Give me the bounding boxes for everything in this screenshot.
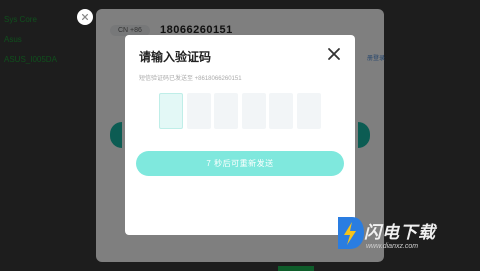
watermark-brand: 闪电下载: [364, 223, 436, 242]
close-login-button[interactable]: [77, 9, 93, 25]
code-input-boxes: [159, 93, 321, 129]
close-icon: [81, 13, 89, 21]
resend-button[interactable]: 7 秒后可重新发送: [136, 151, 344, 176]
code-box[interactable]: [159, 93, 183, 129]
code-box[interactable]: [241, 93, 266, 129]
verification-dialog: 请输入验证码 短信验证码已发送至 +8618066260151 7 秒后可重新发…: [125, 35, 355, 235]
dialog-subtitle: 短信验证码已发送至 +8618066260151: [139, 76, 242, 82]
code-box[interactable]: [296, 93, 321, 129]
watermark-url: www.dianxz.com: [366, 243, 419, 250]
lightning-logo-icon: [338, 217, 364, 249]
code-box[interactable]: [269, 93, 294, 129]
close-icon[interactable]: [327, 47, 341, 61]
code-box[interactable]: [186, 93, 211, 129]
code-box[interactable]: [214, 93, 239, 129]
dialog-title: 请输入验证码: [139, 50, 212, 64]
watermark: 闪电下载 www.dianxz.com: [334, 212, 476, 262]
